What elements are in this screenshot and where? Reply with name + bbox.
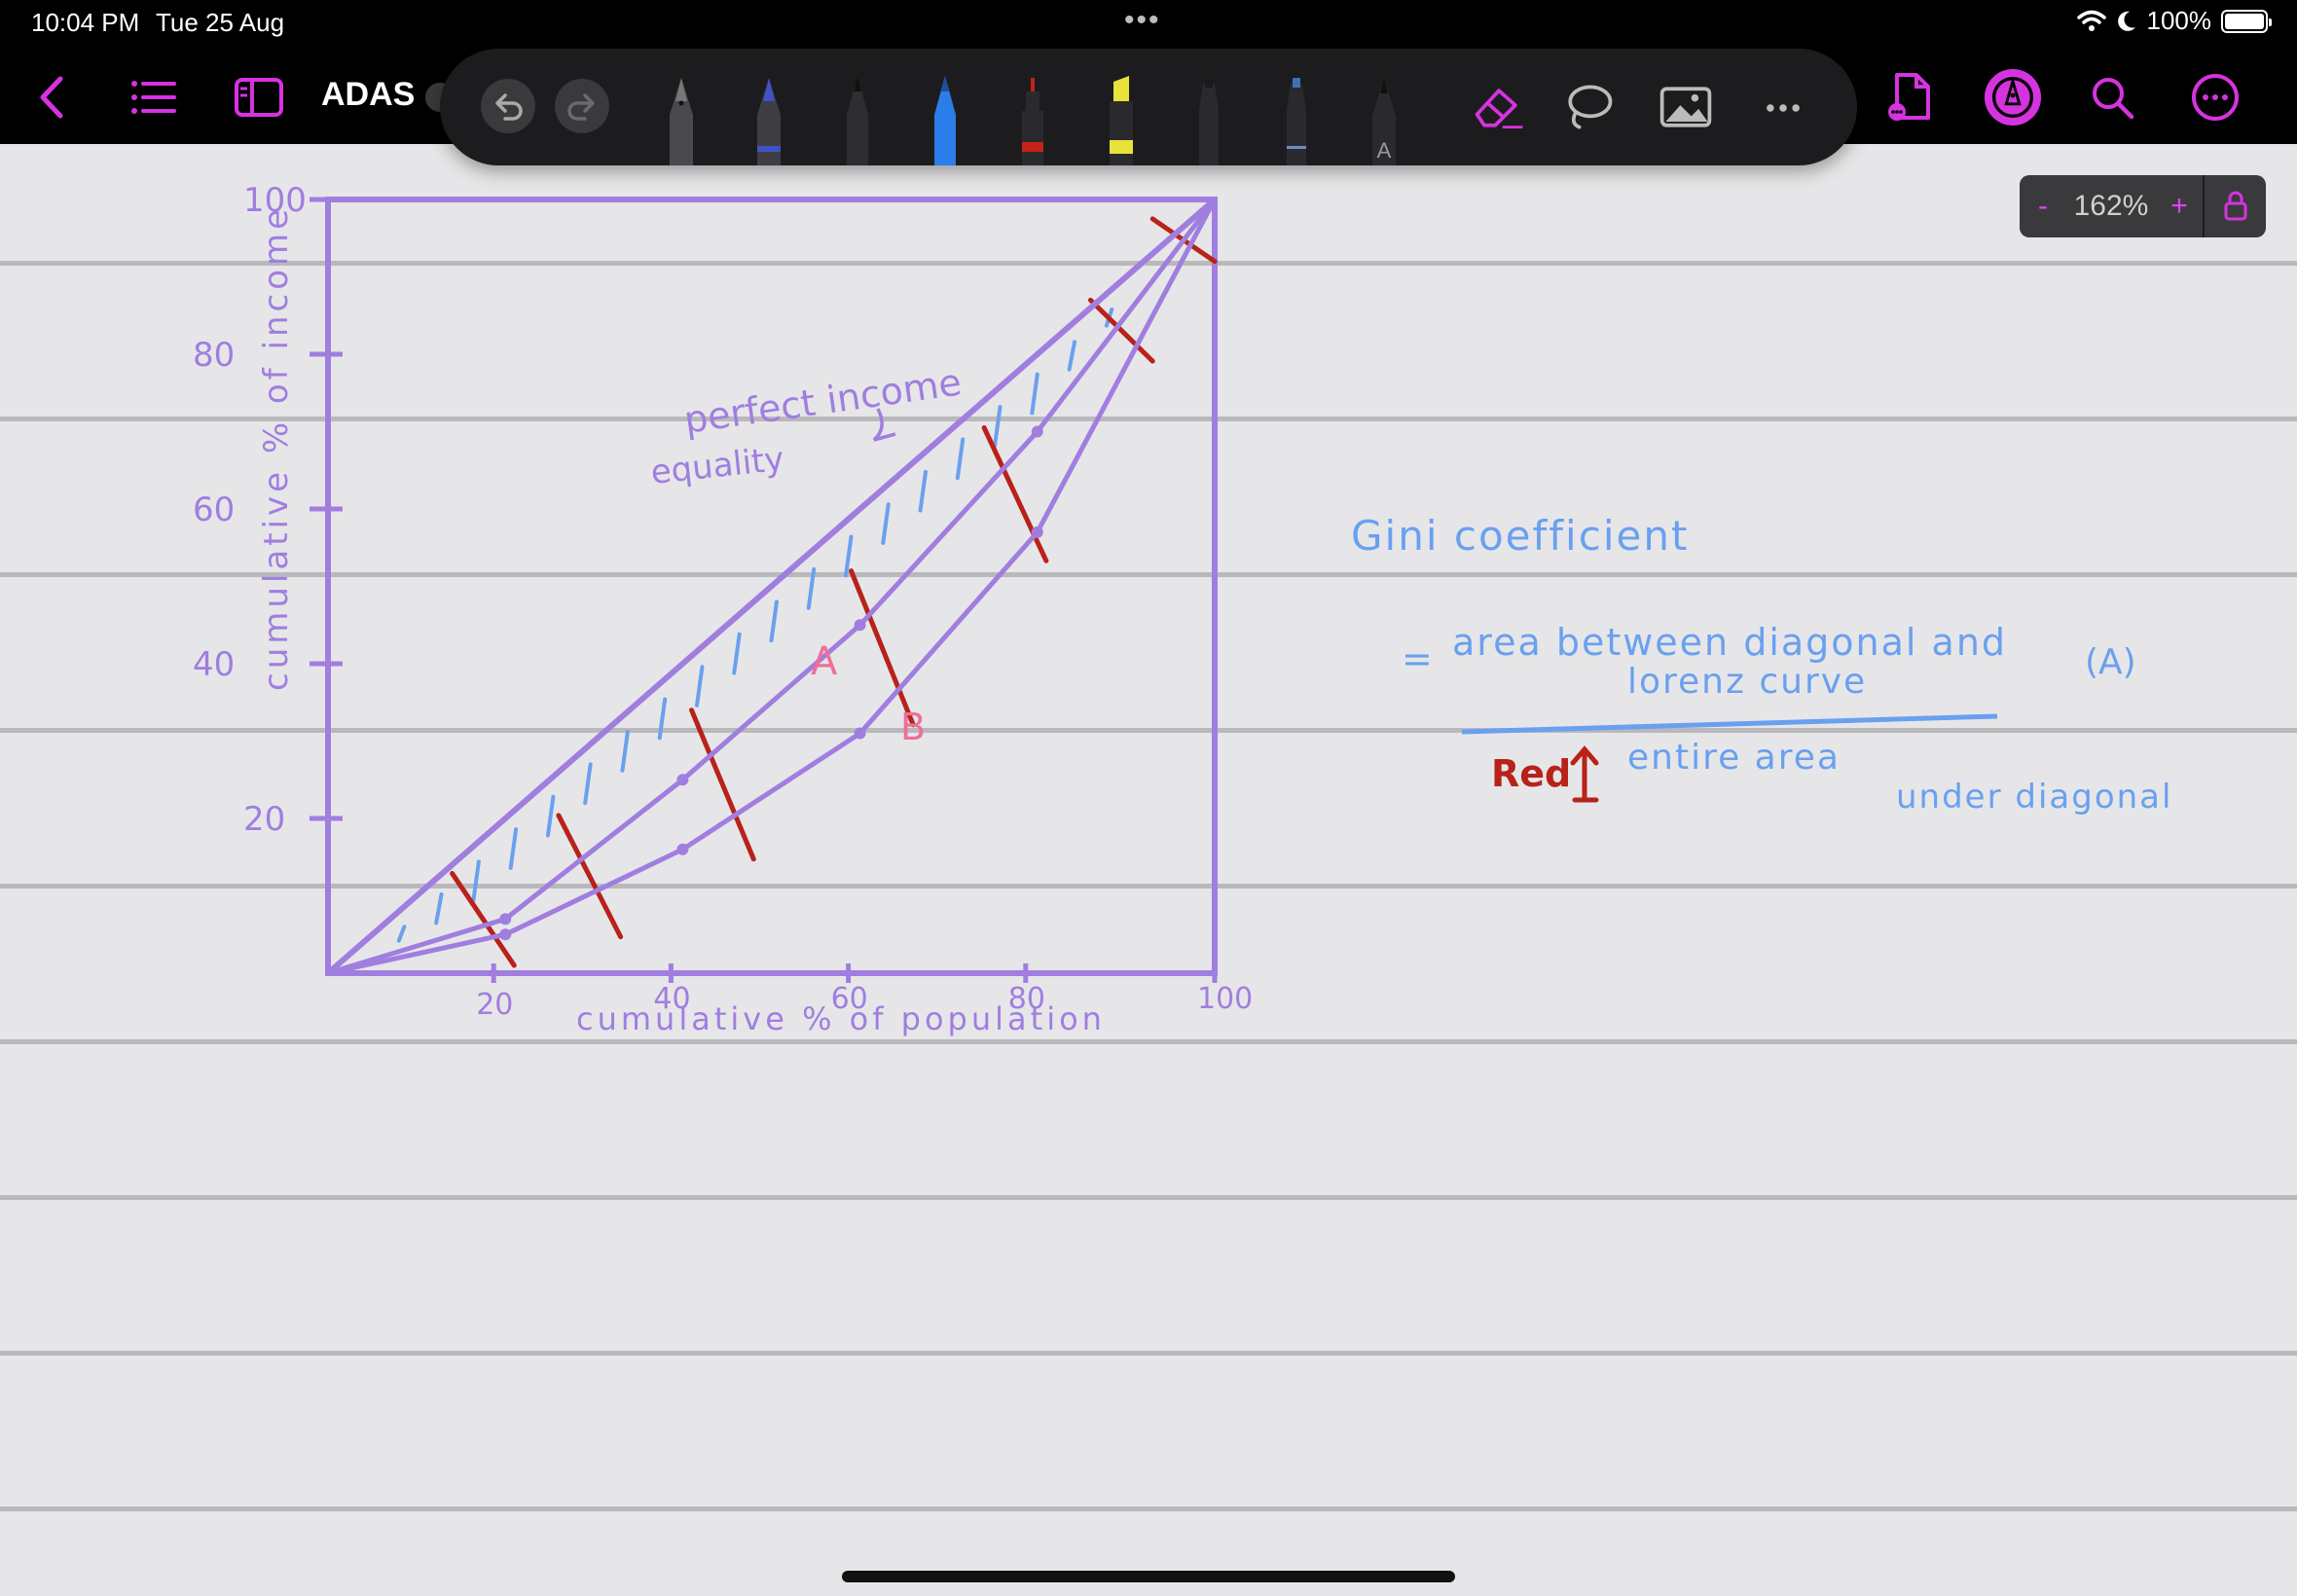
zoom-lock-icon[interactable] (2205, 175, 2266, 237)
fraction-bar (1461, 713, 1998, 735)
hatch-stroke-blue (993, 405, 1003, 448)
hatch-stroke-blue (471, 859, 481, 903)
hatch-stroke-blue (545, 794, 556, 838)
gini-title: Gini coefficient (1351, 512, 1689, 560)
y-tick-label: 60 (193, 490, 235, 529)
numerator-tag: (A) (2085, 642, 2136, 682)
fountain-pen-tool[interactable] (664, 72, 699, 165)
hatch-stroke-blue (434, 891, 444, 925)
perfect-equality-note-line1: perfect income (681, 360, 964, 442)
svg-text:A: A (1377, 138, 1392, 163)
x-axis-label: cumulative % of population (576, 1000, 1106, 1037)
series-point (499, 928, 512, 941)
hatch-stroke-blue (881, 502, 891, 545)
zoom-out-button[interactable]: - (2020, 175, 2066, 237)
fountain-pen-blue-tool[interactable] (751, 72, 786, 165)
hatch-stroke-blue (694, 665, 705, 707)
x-tick-label: 100 (1197, 982, 1253, 1016)
region-b-label: B (900, 706, 926, 748)
hatch-stroke-red (848, 568, 916, 728)
region-a-label: A (811, 639, 838, 684)
hatch-stroke-blue (1030, 372, 1039, 416)
red-arrow-icon (1570, 745, 1599, 803)
series-point (854, 727, 866, 740)
hatch-stroke-blue (806, 567, 817, 610)
ballpoint-blue-tool[interactable] (929, 72, 962, 165)
hatch-stroke-blue (955, 437, 966, 481)
hatch-stroke-blue (1067, 340, 1077, 372)
area-b-hatching (450, 216, 1218, 968)
hatch-stroke-blue (620, 729, 630, 773)
series-point (854, 619, 866, 632)
y-tick-label: 20 (243, 800, 285, 839)
hatch-stroke-blue (769, 599, 779, 643)
hatch-stroke-blue (918, 469, 929, 513)
y-tick-label: 40 (193, 645, 235, 684)
hatch-stroke-blue (657, 697, 668, 741)
hatch-stroke-blue (583, 762, 593, 806)
eraser-icon[interactable] (1470, 78, 1528, 136)
ballpoint-pen-tool[interactable] (841, 72, 874, 165)
fineliner-red-tool[interactable] (1016, 72, 1049, 165)
red-label: Red (1491, 752, 1571, 795)
handwritten-drawing: 10080604020 20 40 60 80 100 cumulative % of … (193, 181, 2172, 1037)
hatch-stroke-blue (508, 827, 519, 870)
perfect-equality-note-line2: equality (649, 440, 786, 492)
series-point (1031, 425, 1043, 438)
series-line (325, 197, 1218, 976)
undo-icon[interactable] (481, 79, 535, 133)
hatch-stroke-red (981, 425, 1049, 563)
drawing-toolbar: A (440, 49, 1857, 165)
series-point (676, 774, 689, 786)
chart-series (325, 197, 1218, 976)
zoom-level: 162% (2073, 190, 2149, 222)
hatch-stroke-blue (732, 632, 742, 675)
equals-sign: = (1402, 637, 1433, 680)
denominator-line1: entire area (1627, 738, 1841, 778)
pencil-tool[interactable]: A (1367, 72, 1402, 165)
x-tick-label: 20 (476, 988, 513, 1022)
image-icon[interactable] (1657, 78, 1715, 136)
zoom-control: - 162% + (2020, 175, 2266, 237)
numerator-line2: lorenz curve (1627, 662, 1867, 702)
zoom-in-button[interactable]: + (2156, 175, 2203, 237)
series-point (1031, 526, 1043, 538)
more-tools-icon[interactable] (1754, 78, 1812, 136)
y-tick-label: 80 (193, 336, 235, 375)
marker-black-tool[interactable] (1191, 72, 1226, 165)
y-axis-label: cumulative % of income (257, 205, 296, 691)
marker-blue-tool[interactable] (1279, 72, 1314, 165)
lasso-icon[interactable] (1559, 78, 1618, 136)
series-point (676, 843, 689, 855)
home-indicator[interactable] (842, 1571, 1455, 1582)
denominator-line2: under diagonal (1896, 778, 2172, 816)
hatch-stroke-blue (396, 925, 407, 943)
redo-icon[interactable] (555, 79, 609, 133)
numerator-line1: area between diagonal and (1452, 621, 2007, 664)
highlighter-yellow-tool[interactable] (1104, 72, 1139, 165)
series-point (499, 913, 512, 925)
